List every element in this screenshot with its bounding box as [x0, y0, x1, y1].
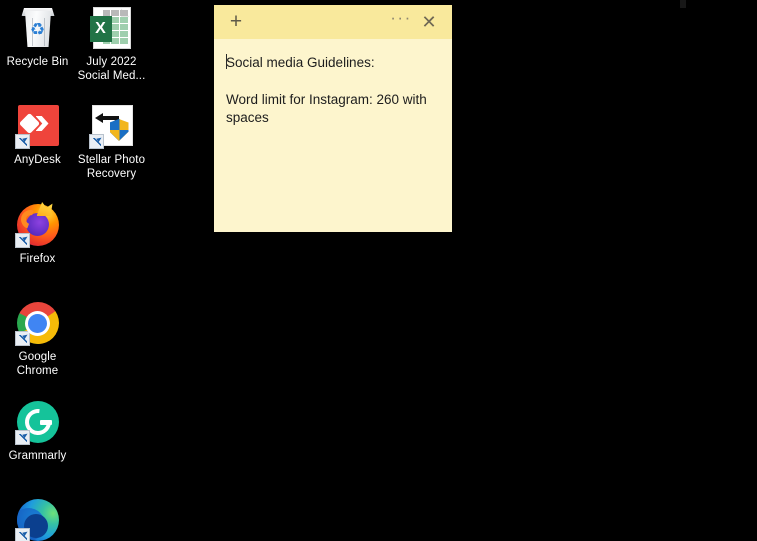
note-line-1-row[interactable]: Social media Guidelines: [226, 54, 438, 72]
desktop-icon-google-chrome[interactable]: Google Chrome [0, 300, 75, 378]
excel-document-icon: X [89, 5, 135, 51]
desktop-icon-july-2022-social-media[interactable]: X July 2022 Social Med... [74, 5, 149, 83]
desktop-icon-microsoft-edge[interactable] [0, 497, 75, 541]
note-menu-icon[interactable]: ··· [388, 9, 414, 35]
grammarly-icon [14, 399, 61, 445]
shortcut-arrow-icon [14, 331, 30, 346]
note-blank-line [226, 72, 438, 91]
desktop-icon-label: Google Chrome [16, 351, 59, 377]
shortcut-arrow-icon [14, 233, 30, 248]
desktop-icon-label: Stellar Photo Recovery [77, 154, 146, 180]
shortcut-arrow-icon [14, 134, 30, 149]
stellar-photo-recovery-icon [88, 103, 135, 149]
desktop-icon-label: Grammarly [8, 450, 67, 462]
desktop-icon-label: Firefox [19, 253, 56, 265]
desktop-icon-grammarly[interactable]: Grammarly [0, 399, 75, 463]
note-line-2[interactable]: Word limit for Instagram: 260 with space… [226, 91, 438, 127]
desktop-icon-firefox[interactable]: Firefox [0, 202, 75, 266]
shortcut-arrow-icon [14, 430, 30, 445]
shortcut-arrow-icon [88, 134, 104, 149]
note-line-1: Social media Guidelines: [226, 55, 375, 70]
desktop-icon-stellar-photo-recovery[interactable]: Stellar Photo Recovery [74, 103, 149, 181]
anydesk-icon [14, 103, 61, 149]
shortcut-arrow-icon [14, 528, 30, 541]
desktop-icon-label: July 2022 Social Med... [77, 56, 146, 82]
firefox-icon [14, 202, 61, 248]
new-note-button[interactable]: + [224, 10, 248, 34]
recycle-bin-icon: ♻ [15, 5, 61, 51]
desktop-icon-anydesk[interactable]: AnyDesk [0, 103, 75, 167]
sticky-note-text-area[interactable]: Social media Guidelines: Word limit for … [214, 39, 452, 232]
sticky-note-titlebar[interactable]: + ··· ✕ [214, 5, 452, 39]
cursor-artifact [680, 0, 686, 8]
google-chrome-icon [14, 300, 61, 346]
desktop-icon-recycle-bin[interactable]: ♻ Recycle Bin [0, 5, 75, 69]
desktop-icon-label: AnyDesk [14, 154, 61, 166]
microsoft-edge-icon [14, 497, 61, 541]
sticky-note-window[interactable]: + ··· ✕ Social media Guidelines: Word li… [214, 5, 452, 232]
desktop-icon-label: Recycle Bin [6, 56, 69, 68]
close-icon[interactable]: ✕ [414, 9, 444, 35]
